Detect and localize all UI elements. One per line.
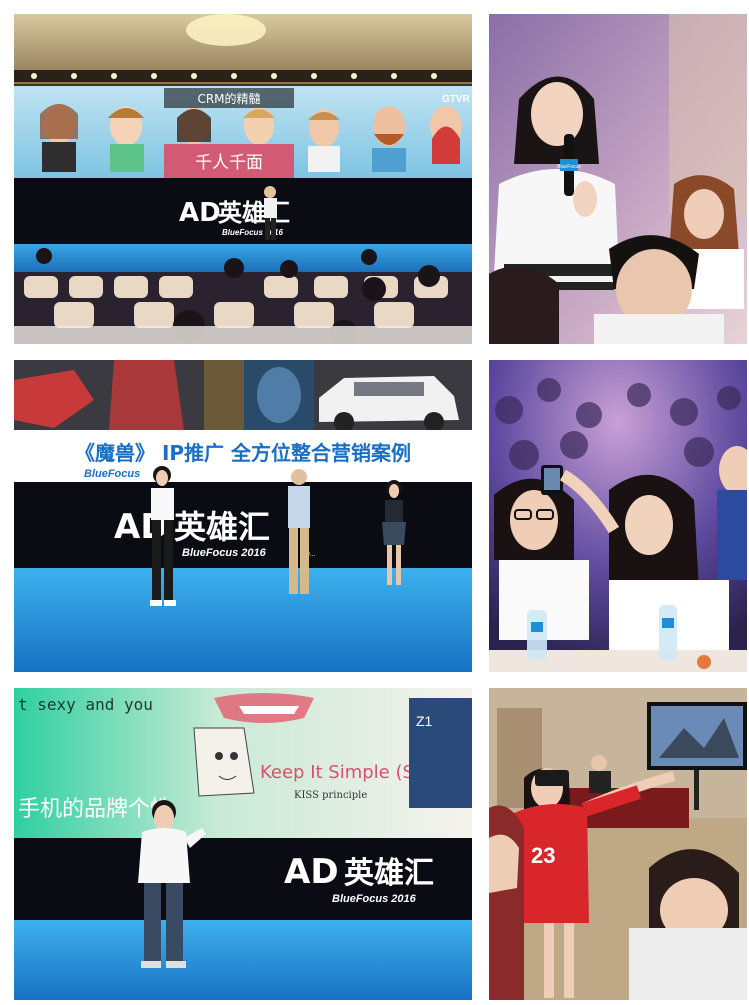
stage-logo-cn: 英雄汇 [344, 856, 434, 891]
chandelier [186, 14, 266, 46]
stage-logo-en: BlueFocus 2016 [332, 893, 417, 905]
screen-top-text: t sexy and you [18, 695, 153, 714]
audience-question-scene: BlueFocus [489, 14, 747, 344]
head-foreground-left [489, 266, 559, 344]
screen-orc-face [109, 360, 184, 430]
photo-kiss-principle-talk: t sexy and you 手机的品牌个性 Keep It Simple (S… [14, 688, 472, 1000]
screen-sketch-face [193, 727, 255, 797]
orange [697, 655, 711, 669]
stage-crm-scene: CRM的精髓 千人千面 GTVR AD 英雄汇 BlueFocus 2016 [14, 14, 472, 344]
screen-sub: KISS principle [294, 790, 367, 801]
screen-title: CRM的精髓 [197, 91, 260, 106]
shirt-number: 23 [531, 843, 555, 868]
photo-audience-taking-photos [489, 360, 747, 672]
warcraft-stage-scene: 《魔兽》 IP推广 全方位整合营销案例 BlueFocus AD 英雄汇 Blu… [14, 360, 472, 672]
mic-brand: BlueFocus [557, 164, 581, 170]
vr-demo-scene: 23 [489, 688, 747, 1000]
stage-logo-ad: AD [284, 852, 339, 892]
stage-floor [14, 568, 472, 672]
photo-warcraft-ip-stage: 《魔兽》 IP推广 全方位整合营销案例 BlueFocus AD 英雄汇 Blu… [14, 360, 472, 672]
screen-left-text: 手机的品牌个性 [18, 797, 172, 822]
stage-logo-cn: 英雄汇 [218, 199, 290, 227]
screen-card-title: Z1 [416, 713, 433, 729]
stage-logo-en: BlueFocus 2016 [182, 547, 267, 559]
right-edge-woman [717, 446, 747, 580]
kiss-talk-scene: t sexy and you 手机的品牌个性 Keep It Simple (S… [14, 688, 472, 1000]
woman-foreground-left [489, 805, 524, 1000]
audience-photos-scene [489, 360, 747, 672]
stage-logo-ad: AD [179, 198, 221, 228]
screen-logo-right: GTVR [442, 94, 471, 105]
stage-floor [14, 920, 472, 1000]
front-table [14, 326, 472, 344]
stage-logo-cn: 英雄汇 [174, 508, 270, 546]
screen-banner-text: 千人千面 [195, 153, 263, 173]
photo-stage-crm-presentation: CRM的精髓 千人千面 GTVR AD 英雄汇 BlueFocus 2016 [14, 14, 472, 344]
banner-title: 《魔兽》 IP推广 全方位整合营销案例 [75, 441, 411, 465]
banner-brand: BlueFocus [84, 468, 140, 480]
photo-vr-demo: 23 [489, 688, 747, 1000]
vr-headset [535, 770, 569, 786]
photo-audience-question: BlueFocus [489, 14, 747, 344]
